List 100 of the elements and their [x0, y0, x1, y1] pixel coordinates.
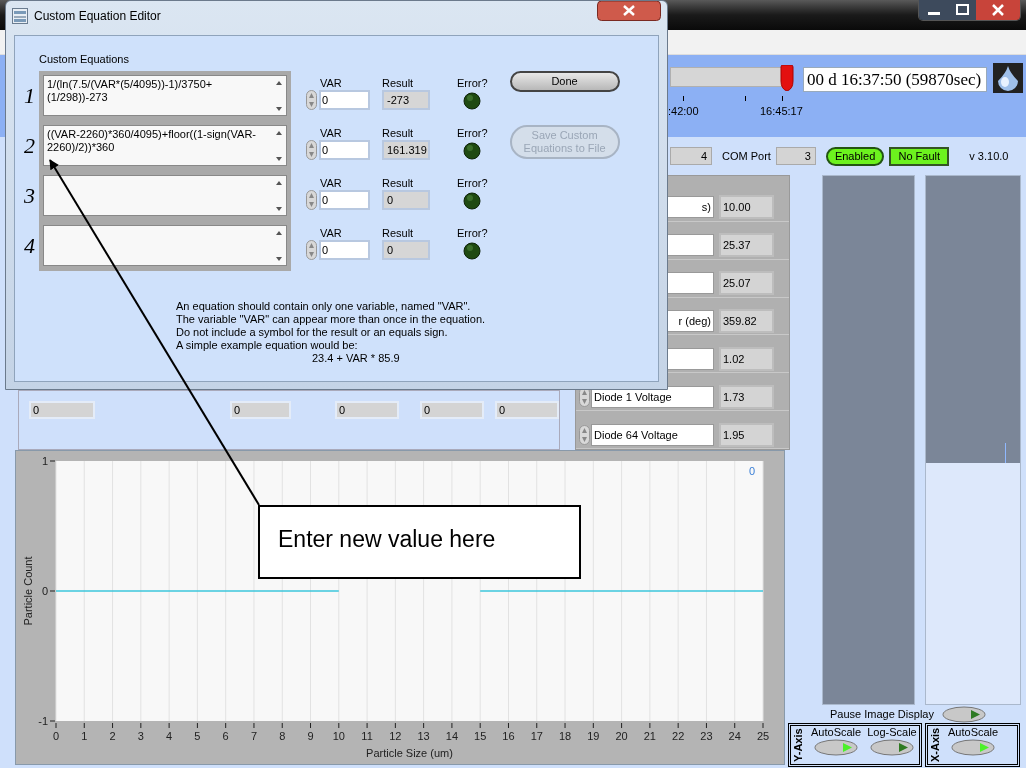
- result-field: -273: [382, 90, 430, 110]
- help-text: A simple example equation would be:: [176, 339, 358, 352]
- tick-label: 16: [502, 730, 515, 742]
- tick-label: 25: [756, 730, 770, 742]
- tick-label: 15: [474, 730, 487, 742]
- value-field: 25.37: [719, 233, 774, 258]
- result-field: 161.319: [382, 140, 430, 160]
- dialog-button[interactable]: Done: [509, 71, 620, 92]
- var-field[interactable]: 0: [319, 90, 370, 110]
- close-button[interactable]: [976, 0, 1020, 20]
- value-field: 0: [335, 401, 399, 419]
- water-drop-icon: [993, 63, 1023, 93]
- fault-indicator: No Fault: [889, 146, 950, 166]
- equation-number: 2: [23, 134, 36, 158]
- equation-field[interactable]: [43, 225, 287, 266]
- column-label: Error?: [457, 227, 488, 240]
- tick-label: 1: [81, 730, 88, 742]
- var-field[interactable]: 0: [319, 240, 370, 260]
- tick-label: -1: [38, 715, 48, 727]
- column-label: VAR: [320, 127, 342, 140]
- tick-label: 0: [52, 730, 60, 742]
- tick-label: 9: [307, 730, 314, 742]
- var-field[interactable]: 0: [319, 140, 370, 160]
- var-field[interactable]: 0: [319, 190, 370, 210]
- slider-thumb[interactable]: [779, 65, 794, 91]
- toggle-label: Log-Scale: [867, 726, 917, 739]
- tick-label: 17: [530, 730, 543, 742]
- axis-label: X-Axis: [928, 726, 942, 764]
- spinner-icon[interactable]: [306, 240, 317, 260]
- help-text: An equation should contain only one variable, named "VAR".: [176, 300, 471, 313]
- column-label: Result: [382, 177, 414, 190]
- spinner-icon[interactable]: [306, 190, 317, 210]
- tick-label: 16:45:17: [760, 104, 803, 119]
- value-field: 0: [420, 401, 484, 419]
- equation-field[interactable]: [43, 175, 287, 216]
- tick-label: 21: [643, 730, 656, 742]
- maximize-button[interactable]: [949, 0, 976, 20]
- spinner-icon[interactable]: [306, 90, 317, 110]
- tick-label: 4: [166, 730, 173, 742]
- value-field: 10.00: [719, 195, 774, 220]
- toggle-switch[interactable]: [941, 705, 986, 723]
- toggle-label: AutoScale: [948, 726, 999, 739]
- version-label: v 3.10.0: [969, 148, 1009, 164]
- tick-label: 10: [332, 730, 345, 742]
- tick-label: 1: [41, 455, 48, 467]
- label-field: Diode 64 Voltage: [591, 423, 714, 446]
- value-field: 1.95: [719, 422, 774, 447]
- equation-number: 1: [23, 84, 36, 108]
- toggle-switch[interactable]: [869, 739, 914, 756]
- tick-label: 0: [41, 585, 48, 597]
- equation-field[interactable]: ((VAR-2260)*360/4095)+floor((1-sign(VAR-2260)/2))*360: [43, 125, 287, 166]
- column-label: VAR: [320, 227, 342, 240]
- value-field: 25.07: [719, 271, 774, 296]
- tick-label: 6: [222, 730, 229, 742]
- tick-label: 8: [279, 730, 286, 742]
- tick-label: 19: [587, 730, 600, 742]
- toggle-switch[interactable]: [951, 739, 996, 756]
- close-button[interactable]: [597, 1, 661, 21]
- result-field: 0: [382, 190, 430, 210]
- com-port-label: COM Port: [722, 148, 771, 164]
- result-field: 0: [382, 240, 430, 260]
- app-icon: [12, 8, 28, 24]
- value-field: 0: [495, 401, 559, 419]
- tick-label: 5: [194, 730, 201, 742]
- tick-label: 3: [137, 730, 144, 742]
- tick-label: 20: [615, 730, 628, 742]
- help-text: The variable "VAR" can appear more than once in the equation.: [176, 313, 486, 326]
- value-field: 0: [230, 401, 291, 419]
- spinner-icon[interactable]: [306, 140, 317, 160]
- example-equation: 23.4 + VAR * 85.9: [312, 352, 400, 365]
- tick-label: 11: [361, 730, 373, 742]
- com-port-field: 3: [775, 147, 816, 165]
- value-field: 1.73: [719, 384, 774, 409]
- y-axis-label: Particle Count: [22, 556, 34, 626]
- elapsed-time-field: 00 d 16:37:50 (59870sec): [803, 67, 987, 92]
- column-label: Error?: [457, 127, 488, 140]
- tick-label: 23: [700, 730, 713, 742]
- spinner-icon[interactable]: [579, 424, 590, 445]
- tick-label: 2: [109, 730, 116, 742]
- tick-label: 24: [728, 730, 741, 742]
- tick-label: 14: [445, 730, 459, 742]
- value-field: 359.82: [719, 309, 774, 333]
- tick-label: 22: [672, 730, 685, 742]
- column-label: Result: [382, 227, 414, 240]
- callout-box: Enter new value here: [258, 505, 581, 579]
- x-axis-label: Particle Size (um): [366, 747, 453, 759]
- column-label: Error?: [457, 177, 488, 190]
- column-label: Error?: [457, 77, 488, 90]
- toggle-switch[interactable]: [814, 739, 859, 756]
- tick-label: 7: [250, 730, 257, 742]
- equation-number: 4: [23, 234, 36, 258]
- value-field: 0: [29, 401, 95, 419]
- equation-field[interactable]: 1/(ln(7.5/(VAR*(5/4095))-1)/3750+(1/298))-273: [43, 75, 287, 116]
- minimize-button[interactable]: [919, 0, 949, 20]
- section-label: Custom Equations: [39, 52, 129, 66]
- axis-label: Y-Axis: [791, 727, 805, 764]
- column-label: Result: [382, 77, 414, 90]
- tick-label: 12: [389, 730, 402, 742]
- tick-label: 18: [558, 730, 572, 742]
- enabled-indicator: Enabled: [825, 146, 885, 166]
